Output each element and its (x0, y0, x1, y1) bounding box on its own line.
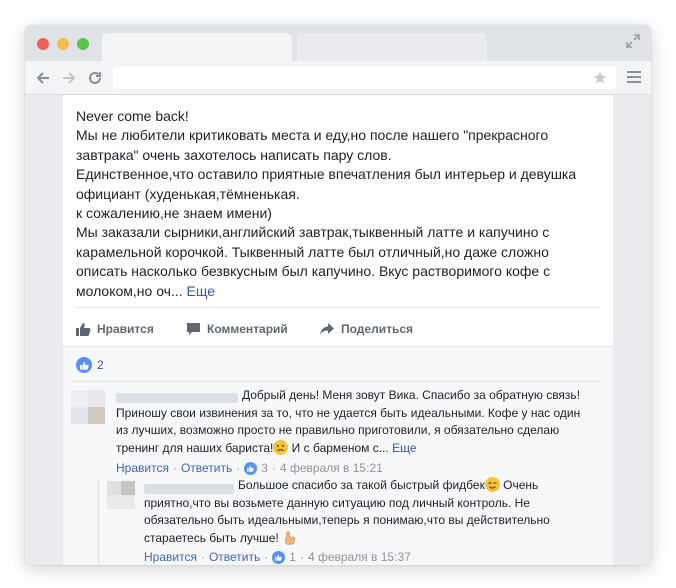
comment-reply-link[interactable]: Ответить (181, 461, 232, 475)
comment-button[interactable]: Комментарий (186, 318, 288, 340)
post-card: Never come back! Мы не любители критиков… (63, 95, 613, 565)
comment-bubble-icon (187, 323, 200, 335)
reactions-count: 2 (97, 358, 104, 372)
browser-window: Never come back! Мы не любители критиков… (25, 25, 651, 565)
comment-like-link[interactable]: Нравится (116, 461, 169, 475)
reply-line: приятно,что вы возьмете данную ситуацию … (144, 495, 530, 510)
divider (76, 307, 600, 308)
comment-text-fragment: И с барменом с... (288, 440, 389, 455)
arrow-right-icon[interactable] (60, 69, 78, 87)
reply-text-fragment: Очень (499, 478, 539, 492)
post-line: Мы не любители критиковать места и еду,н… (76, 127, 549, 144)
title-bar (25, 25, 651, 63)
thumbs-up-icon (76, 357, 92, 373)
browser-tab-active[interactable] (102, 33, 292, 63)
meta-separator: · (200, 550, 205, 564)
like-button[interactable]: Нравится (76, 318, 154, 340)
reply-line: обязательно быть идеальными,теперь я пон… (144, 513, 550, 527)
thumbs-up-icon (76, 323, 91, 336)
post-line: к сожалению,не знаем имени) (76, 205, 272, 222)
share-arrow-icon (320, 323, 334, 335)
maximize-window-button[interactable] (77, 38, 89, 50)
comment-line: Приношу свои извинения за то, что не уда… (116, 405, 581, 420)
comment-meta: Нравится · Ответить · 3 · 4 февраля в 15… (116, 461, 383, 475)
avatar[interactable] (71, 390, 105, 424)
comment-line: из лучших, возможно просто не правильно … (116, 423, 560, 437)
reload-icon[interactable] (86, 69, 104, 87)
expand-icon[interactable] (625, 33, 641, 49)
hamburger-menu-icon[interactable] (627, 70, 641, 84)
page-viewport: Never come back! Мы не любители критиков… (25, 95, 651, 565)
reply-reply-link[interactable]: Ответить (209, 550, 260, 564)
comment-text: Добрый день! Меня зовут Вика. Спасибо за… (116, 387, 596, 457)
reply-thread-line (98, 479, 99, 565)
like-button-label: Нравится (97, 322, 154, 336)
arrow-left-icon[interactable] (34, 69, 52, 87)
browser-toolbar (25, 61, 651, 95)
comment-line: Добрый день! Меня зовут Вика. Спасибо за… (242, 388, 581, 402)
post-line: завтрака" очень захотелось написать пару… (76, 146, 392, 163)
reply-like-link[interactable]: Нравится (144, 550, 197, 564)
pointing-hand-emoji (282, 530, 297, 545)
reply-line-first: Большое спасибо за такой быстрый фидбек … (144, 477, 599, 495)
comment-text-fragment: тренинг для наших бариста! (116, 440, 274, 455)
post-text: Never come back! Мы не любители критиков… (76, 107, 596, 301)
reply-timestamp[interactable]: 4 февраля в 15:37 (308, 550, 411, 564)
meta-separator: · (271, 461, 276, 475)
comment-button-label: Комментарий (207, 322, 288, 336)
post-line: Мы заказали сырники,английский завтрак,т… (76, 224, 550, 241)
post-line: Единственное,что оставило приятные впеча… (76, 166, 577, 183)
post-line: Never come back! (76, 108, 189, 124)
reply-likes-count[interactable]: 1 (289, 550, 296, 564)
avatar[interactable] (107, 481, 135, 509)
smiling-face-emoji (484, 477, 500, 492)
address-bar[interactable] (113, 67, 616, 89)
comment-likes-count[interactable]: 3 (261, 461, 268, 475)
post-line: описать насколько безвкусным был капучин… (76, 263, 551, 280)
reactions-summary[interactable]: 2 (76, 357, 104, 373)
reply-text-fragment: Большое спасибо за такой быстрый фидбек (238, 478, 485, 492)
comments-section: 2 Добрый день! Меня зовут Вика. Спасибо … (63, 346, 613, 565)
meta-separator: · (299, 550, 304, 564)
thumbs-up-icon (272, 550, 286, 564)
reply-meta: Нравится · Ответить · 1 · 4 февраля в 15… (144, 550, 411, 564)
reply-text-fragment: стараетесь быть лучше! (144, 530, 279, 545)
meta-separator: · (264, 550, 269, 564)
comment-line-last: тренинг для наших бариста! И с барменом … (116, 439, 596, 458)
meta-separator: · (172, 461, 177, 475)
comment-timestamp[interactable]: 4 февраля в 15:21 (280, 461, 383, 475)
post-line: официант (худенькая,тёмненькая. (76, 185, 300, 202)
share-button[interactable]: Поделиться (319, 318, 413, 340)
reply-text: Большое спасибо за такой быстрый фидбек … (144, 477, 599, 547)
reply-line-last: стараетесь быть лучше! (144, 530, 599, 548)
close-window-button[interactable] (37, 38, 49, 50)
post-line: карамельной корочкой. Тыквенный латте бы… (76, 243, 549, 260)
post-actions: Нравится Комментарий Поделиться (76, 318, 600, 340)
share-button-label: Поделиться (341, 322, 414, 336)
thumbs-up-icon (244, 461, 258, 475)
minimize-window-button[interactable] (57, 38, 69, 50)
browser-tab-new[interactable] (297, 33, 487, 63)
post-line-last: молоком,но оч... Еще (76, 282, 596, 301)
comment-see-more-link[interactable]: Еще (392, 441, 416, 455)
star-icon[interactable] (592, 70, 608, 86)
divider (71, 381, 601, 382)
sad-face-emoji (273, 439, 289, 455)
post-truncated-text: молоком,но оч... (76, 282, 183, 299)
meta-separator: · (236, 461, 241, 475)
post-see-more-link[interactable]: Еще (187, 283, 216, 299)
